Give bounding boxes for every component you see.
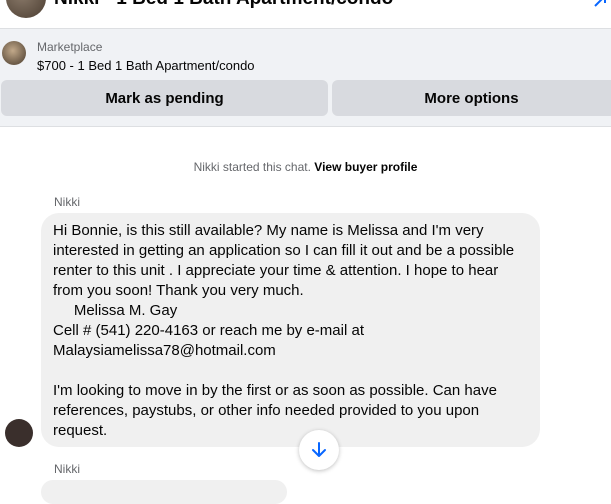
avatar[interactable] xyxy=(6,0,46,18)
chat-start-notice: Nikki started this chat. View buyer prof… xyxy=(0,160,611,174)
sender-avatar[interactable] xyxy=(5,419,33,447)
message-bubble[interactable]: Hi Bonnie, is this still available? My n… xyxy=(41,213,540,447)
view-buyer-profile-link[interactable]: View buyer profile xyxy=(314,160,417,174)
arrow-down-icon xyxy=(312,442,326,457)
sender-name: Nikki xyxy=(54,195,80,209)
chat-title: Nikki · 1 Bed 1 Bath Apartment/condo xyxy=(54,0,393,10)
next-message-bubble[interactable] xyxy=(41,480,287,504)
listing-title[interactable]: $700 - 1 Bed 1 Bath Apartment/condo xyxy=(37,58,255,73)
arrow-icon[interactable] xyxy=(593,0,607,8)
marketplace-panel: Marketplace $700 - 1 Bed 1 Bath Apartmen… xyxy=(0,29,611,127)
next-sender-name: Nikki xyxy=(54,462,80,476)
mark-as-pending-button[interactable]: Mark as pending xyxy=(1,80,328,116)
chat-header: Nikki · 1 Bed 1 Bath Apartment/condo xyxy=(0,0,611,29)
marketplace-label: Marketplace xyxy=(37,40,103,54)
listing-thumbnail[interactable] xyxy=(2,41,26,65)
more-options-button[interactable]: More options xyxy=(332,80,611,116)
chat-start-text: Nikki started this chat. xyxy=(193,160,311,174)
scroll-down-button[interactable] xyxy=(299,430,339,470)
